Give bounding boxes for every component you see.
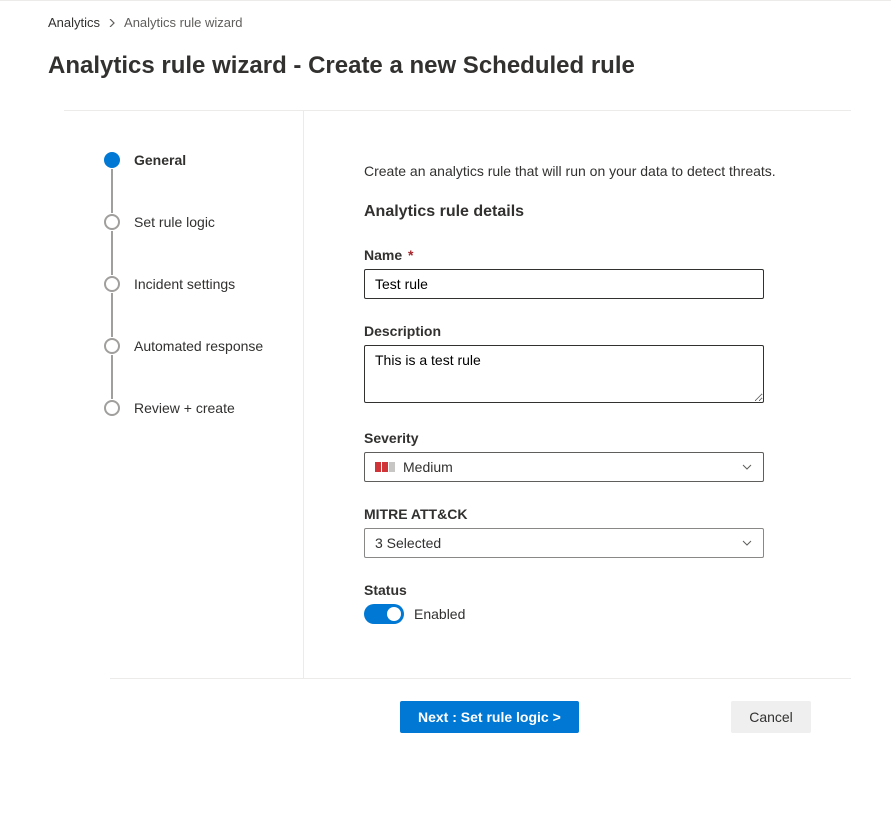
cancel-button[interactable]: Cancel [731, 701, 811, 733]
field-name: Name * [364, 247, 811, 299]
breadcrumb-root[interactable]: Analytics [48, 15, 100, 30]
next-button[interactable]: Next : Set rule logic > [400, 701, 579, 733]
step-general[interactable]: General [104, 151, 303, 213]
field-mitre: MITRE ATT&CK 3 Selected [364, 506, 811, 558]
status-toggle[interactable] [364, 604, 404, 624]
step-label: Automated response [134, 337, 263, 355]
name-label-text: Name [364, 247, 402, 263]
field-severity: Severity Medium [364, 430, 811, 482]
name-input[interactable] [364, 269, 764, 299]
footer: Next : Set rule logic > Cancel [110, 678, 851, 733]
step-marker-icon [104, 214, 120, 230]
step-label: General [134, 151, 186, 169]
step-connector [111, 293, 113, 337]
step-label: Set rule logic [134, 213, 215, 231]
form-area: Create an analytics rule that will run o… [304, 111, 851, 678]
wizard-steps: General Set rule logic Incident settings… [64, 111, 304, 678]
step-review-create[interactable]: Review + create [104, 399, 303, 417]
status-label: Status [364, 582, 811, 598]
toggle-knob [387, 607, 401, 621]
status-value-text: Enabled [414, 606, 465, 622]
breadcrumb: Analytics Analytics rule wizard [48, 15, 891, 30]
step-automated-response[interactable]: Automated response [104, 337, 303, 399]
name-label: Name * [364, 247, 811, 263]
severity-value: Medium [403, 459, 453, 475]
chevron-right-icon [108, 15, 116, 30]
mitre-select[interactable]: 3 Selected [364, 528, 764, 558]
mitre-label: MITRE ATT&CK [364, 506, 811, 522]
step-marker-icon [104, 276, 120, 292]
step-connector [111, 231, 113, 275]
step-incident-settings[interactable]: Incident settings [104, 275, 303, 337]
field-description: Description This is a test rule [364, 323, 811, 406]
severity-label: Severity [364, 430, 811, 446]
step-marker-icon [104, 152, 120, 168]
severity-select[interactable]: Medium [364, 452, 764, 482]
page-title: Analytics rule wizard - Create a new Sch… [48, 52, 891, 80]
step-marker-icon [104, 400, 120, 416]
chevron-down-icon [741, 537, 753, 549]
description-label: Description [364, 323, 811, 339]
required-marker: * [408, 247, 413, 263]
step-connector [111, 169, 113, 213]
step-connector [111, 355, 113, 399]
description-input[interactable]: This is a test rule [364, 345, 764, 403]
section-title: Analytics rule details [364, 203, 811, 221]
severity-bars-icon [375, 462, 395, 472]
field-status: Status Enabled [364, 582, 811, 624]
step-label: Review + create [134, 399, 235, 417]
step-set-rule-logic[interactable]: Set rule logic [104, 213, 303, 275]
mitre-value: 3 Selected [375, 535, 441, 551]
breadcrumb-current: Analytics rule wizard [124, 15, 243, 30]
step-marker-icon [104, 338, 120, 354]
step-label: Incident settings [134, 275, 235, 293]
chevron-down-icon [741, 461, 753, 473]
form-intro: Create an analytics rule that will run o… [364, 163, 811, 179]
